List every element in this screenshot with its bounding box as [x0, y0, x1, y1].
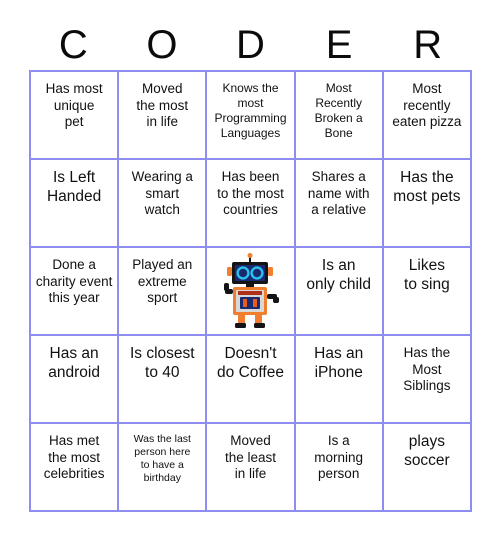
bingo-free-space-cell[interactable]	[207, 248, 296, 336]
bingo-cell-r0-c4[interactable]: Most recently eaten pizza	[383, 72, 472, 160]
bingo-cell-r1-c4[interactable]: Has the most pets	[383, 160, 472, 248]
bingo-header-letter-3: E	[325, 23, 353, 67]
bingo-cell-label: Is a morning person	[314, 433, 364, 481]
bingo-header-letter-0: C	[58, 23, 88, 67]
bingo-cell-r3-c2[interactable]: Doesn't do Coffee	[207, 336, 296, 424]
bingo-cell-label: Is closest to 40	[129, 345, 195, 381]
bingo-cell-r2-c0[interactable]: Done a charity event this year	[31, 248, 120, 336]
bingo-cell-r0-c3[interactable]: Most Recently Broken a Bone	[295, 72, 384, 160]
bingo-cell-r1-c2[interactable]: Has been to the most countries	[207, 160, 296, 248]
bingo-cell-r1-c0[interactable]: Is Left Handed	[31, 160, 120, 248]
bingo-cell-r3-c0[interactable]: Has an android	[31, 336, 120, 424]
bingo-cell-r1-c3[interactable]: Shares a name with a relative	[295, 160, 384, 248]
bingo-cell-label: Done a charity event this year	[35, 257, 113, 305]
bingo-cell-r4-c0[interactable]: Has met the most celebrities	[31, 424, 120, 512]
bingo-cell-label: Was the last person here to have a birth…	[133, 433, 191, 484]
bingo-cell-label: Has an android	[48, 345, 100, 381]
bingo-cell-label: Likes to sing	[404, 257, 450, 293]
bingo-cell-label: Shares a name with a relative	[307, 169, 370, 217]
bingo-cell-label: Is Left Handed	[46, 169, 102, 205]
bingo-cell-label: Doesn't do Coffee	[217, 345, 284, 381]
bingo-grid: Has most unique pet Moved the most in lif…	[29, 70, 472, 512]
bingo-cell-label: Has met the most celebrities	[43, 433, 105, 481]
bingo-cell-r3-c3[interactable]: Has an iPhone	[295, 336, 384, 424]
bingo-header-letter-1: O	[146, 23, 178, 67]
bingo-cell-label: plays soccer	[404, 433, 450, 469]
bingo-cell-label: Played an extreme sport	[132, 257, 193, 305]
bingo-cell-label: Moved the most in life	[136, 81, 189, 129]
bingo-card: C O D E R Has most unique pet Moved the most …	[0, 0, 501, 544]
bingo-cell-label: Has the Most Siblings	[403, 345, 451, 393]
bingo-cell-label: Knows the most Programming Languages	[214, 81, 287, 140]
bingo-header-letter-4: R	[413, 23, 443, 67]
bingo-cell-r2-c3[interactable]: Is an only child	[295, 248, 384, 336]
bingo-cell-r4-c3[interactable]: Is a morning person	[295, 424, 384, 512]
bingo-cell-r3-c4[interactable]: Has the Most Siblings	[383, 336, 472, 424]
bingo-cell-r4-c4[interactable]: plays soccer	[383, 424, 472, 512]
bingo-cell-r0-c1[interactable]: Moved the most in life	[119, 72, 208, 160]
bingo-cell-label: Has most unique pet	[45, 81, 103, 129]
bingo-cell-r0-c0[interactable]: Has most unique pet	[31, 72, 120, 160]
bingo-cell-r3-c1[interactable]: Is closest to 40	[119, 336, 208, 424]
bingo-cell-r2-c1[interactable]: Played an extreme sport	[119, 248, 208, 336]
bingo-cell-label: Has an iPhone	[314, 345, 364, 381]
bingo-cell-label: Is an only child	[306, 257, 371, 293]
bingo-cell-r4-c2[interactable]: Moved the least in life	[207, 424, 296, 512]
bingo-cell-r1-c1[interactable]: Wearing a smart watch	[119, 160, 208, 248]
bingo-cell-r0-c2[interactable]: Knows the most Programming Languages	[207, 72, 296, 160]
bingo-cell-r2-c4[interactable]: Likes to sing	[383, 248, 472, 336]
bingo-cell-r4-c1[interactable]: Was the last person here to have a birth…	[119, 424, 208, 512]
bingo-cell-label: Most recently eaten pizza	[392, 81, 462, 129]
bingo-header-letter-2: D	[236, 23, 265, 67]
bingo-cell-label: Most Recently Broken a Bone	[314, 81, 363, 140]
bingo-header: CODER	[29, 22, 472, 70]
bingo-cell-label: Wearing a smart watch	[131, 169, 193, 217]
robot-free-space-icon	[207, 248, 293, 334]
bingo-cell-label: Moved the least in life	[224, 433, 277, 481]
bingo-cell-label: Has been to the most countries	[217, 169, 284, 217]
bingo-cell-label: Has the most pets	[393, 169, 461, 205]
